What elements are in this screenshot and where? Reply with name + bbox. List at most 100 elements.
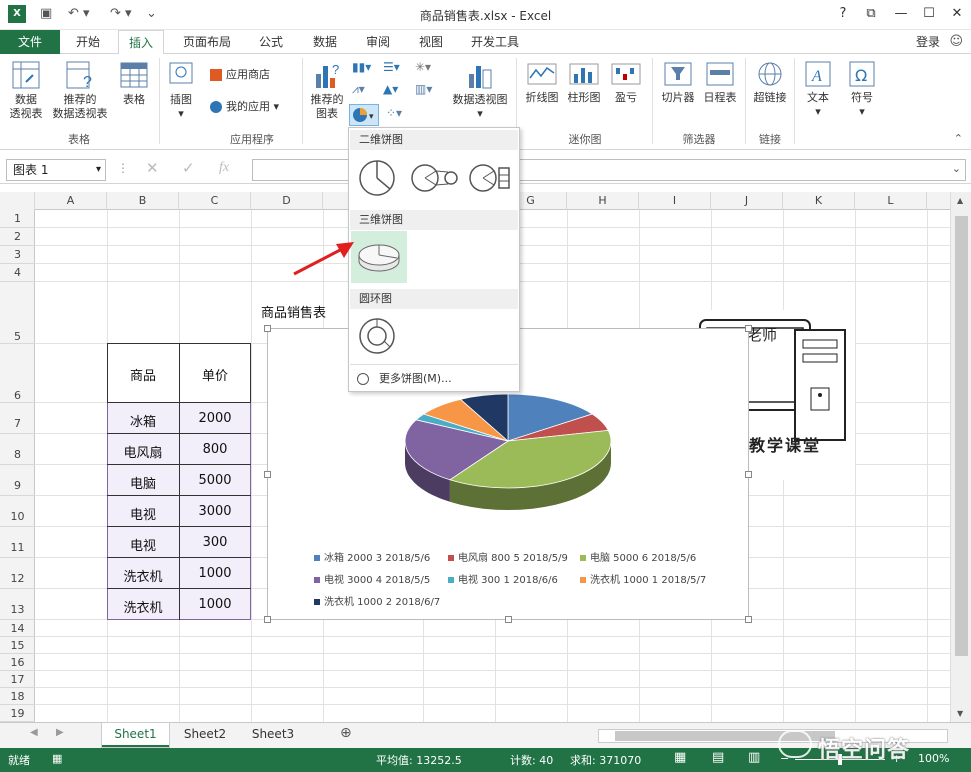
select-all-corner[interactable] xyxy=(0,192,35,210)
table-cell[interactable]: 2000 xyxy=(179,411,251,426)
recommended-pivot-button[interactable]: ? 推荐的 数据透视表 xyxy=(50,60,110,121)
vertical-scrollbar[interactable]: ▲ ▼ xyxy=(950,192,971,722)
row-header-14[interactable]: 14 xyxy=(0,620,35,637)
text-button[interactable]: A 文本 ▾ xyxy=(798,60,838,119)
scroll-down-icon[interactable]: ▼ xyxy=(957,709,963,718)
tab-data[interactable]: 数据 xyxy=(303,30,347,54)
sheet-tab-2[interactable]: Sheet2 xyxy=(171,723,239,747)
hierarchy-chart-icon[interactable]: ✳▾ xyxy=(415,60,431,74)
minimize-button[interactable]: — xyxy=(890,4,912,24)
page-layout-view-icon[interactable]: ▤ xyxy=(712,750,724,765)
row-header-18[interactable]: 18 xyxy=(0,688,35,705)
col-header-L[interactable]: L xyxy=(855,192,927,210)
table-cell[interactable]: 电风扇 xyxy=(107,442,179,461)
pie-2d-option[interactable] xyxy=(357,158,397,198)
row-header-8[interactable]: 8 xyxy=(0,434,35,465)
pie-of-pie-option[interactable] xyxy=(411,158,461,198)
table-button[interactable]: 表格 xyxy=(114,60,154,107)
table-cell[interactable]: 3000 xyxy=(179,504,251,519)
line-chart-icon[interactable]: ⩘▾ xyxy=(352,82,365,97)
table-cell[interactable]: 冰箱 xyxy=(107,411,179,430)
symbol-button[interactable]: Ω 符号 ▾ xyxy=(842,60,882,119)
row-header-1[interactable]: 1 xyxy=(0,210,35,228)
tab-view[interactable]: 视图 xyxy=(409,30,453,54)
resize-handle[interactable] xyxy=(505,616,512,623)
row-header-17[interactable]: 17 xyxy=(0,671,35,688)
tab-page-layout[interactable]: 页面布局 xyxy=(173,30,241,54)
row-header-16[interactable]: 16 xyxy=(0,654,35,671)
bar-of-pie-option[interactable] xyxy=(467,158,517,198)
row-header-6[interactable]: 6 xyxy=(0,344,35,403)
row-header-2[interactable]: 2 xyxy=(0,228,35,246)
sparkline-winloss-button[interactable]: 盈亏 xyxy=(606,60,646,105)
enter-icon[interactable]: ✓ xyxy=(182,159,195,177)
tab-file[interactable]: 文件 xyxy=(0,30,60,54)
add-sheet-icon[interactable]: ⊕ xyxy=(340,725,352,741)
sheet-tab-3[interactable]: Sheet3 xyxy=(241,723,305,747)
col-header-J[interactable]: J xyxy=(711,192,783,210)
scroll-thumb[interactable] xyxy=(955,216,968,656)
collapse-ribbon-icon[interactable]: ⌃ xyxy=(954,132,963,145)
next-sheet-icon[interactable]: ▶ xyxy=(56,727,64,738)
col-header-I[interactable]: I xyxy=(639,192,711,210)
table-cell[interactable]: 1000 xyxy=(179,566,251,581)
recommended-charts-button[interactable]: ? 推荐的 图表 xyxy=(306,60,348,121)
ribbon-display-button[interactable]: ⧉ xyxy=(860,4,882,24)
resize-handle[interactable] xyxy=(264,616,271,623)
area-chart-icon[interactable]: ▲▾ xyxy=(383,82,398,96)
combo-chart-icon[interactable]: ▥▾ xyxy=(415,82,432,96)
resize-handle[interactable] xyxy=(264,325,271,332)
resize-handle[interactable] xyxy=(745,325,752,332)
app-store-button[interactable]: 应用商店 xyxy=(210,68,290,82)
resize-handle[interactable] xyxy=(745,471,752,478)
hyperlink-button[interactable]: 超链接 xyxy=(750,60,790,105)
resize-handle[interactable] xyxy=(264,471,271,478)
col-header-B[interactable]: B xyxy=(107,192,179,210)
pie-chart-button[interactable]: ▾ xyxy=(349,104,379,126)
row-header-11[interactable]: 11 xyxy=(0,527,35,558)
row-header-12[interactable]: 12 xyxy=(0,558,35,589)
scatter-chart-icon[interactable]: ⁘▾ xyxy=(386,106,402,120)
cancel-icon[interactable]: ✕ xyxy=(146,159,159,177)
row-header-13[interactable]: 13 xyxy=(0,589,35,620)
row-header-7[interactable]: 7 xyxy=(0,403,35,434)
help-button[interactable]: ? xyxy=(832,4,854,24)
col-header-C[interactable]: C xyxy=(179,192,251,210)
table-cell[interactable]: 5000 xyxy=(179,473,251,488)
tab-home[interactable]: 开始 xyxy=(66,30,110,54)
table-cell[interactable]: 洗衣机 xyxy=(107,566,179,585)
resize-handle[interactable] xyxy=(745,616,752,623)
name-box[interactable]: 图表 1 ▾ xyxy=(6,159,106,181)
tab-insert[interactable]: 插入 xyxy=(118,30,165,55)
account-icon[interactable]: ☺ xyxy=(949,34,963,49)
page-break-view-icon[interactable]: ▥ xyxy=(748,750,760,765)
bar-chart-icon[interactable]: ☰▾ xyxy=(383,60,400,74)
maximize-button[interactable]: ☐ xyxy=(918,4,940,24)
row-header-5[interactable]: 5 xyxy=(0,282,35,344)
pivot-chart-button[interactable]: 数据透视图 ▾ xyxy=(448,60,512,121)
table-cell[interactable]: 300 xyxy=(179,535,251,550)
table-cell[interactable]: 电视 xyxy=(107,535,179,554)
normal-view-icon[interactable]: ▦ xyxy=(674,750,686,765)
row-header-3[interactable]: 3 xyxy=(0,246,35,264)
scroll-up-icon[interactable]: ▲ xyxy=(957,196,963,205)
close-button[interactable]: ✕ xyxy=(946,4,968,24)
row-header-10[interactable]: 10 xyxy=(0,496,35,527)
sheet-tab-1[interactable]: Sheet1 xyxy=(102,723,169,747)
pivot-table-button[interactable]: 数据 透视表 xyxy=(4,60,48,121)
more-pie-charts-option[interactable]: 更多饼图(M)... xyxy=(357,370,515,388)
row-header-19[interactable]: 19 xyxy=(0,705,35,722)
table-cell[interactable]: 1000 xyxy=(179,597,251,612)
login-link[interactable]: 登录 xyxy=(916,33,940,50)
col-header-D[interactable]: D xyxy=(251,192,323,210)
slicer-button[interactable]: 切片器 xyxy=(656,60,700,105)
my-apps-button[interactable]: 我的应用 ▾ xyxy=(210,100,296,114)
column-chart-icon[interactable]: ▮▮▾ xyxy=(352,60,371,74)
macro-record-icon[interactable]: ▦ xyxy=(52,752,62,765)
insert-function-icon[interactable]: fx xyxy=(219,160,229,176)
table-cell[interactable]: 电视 xyxy=(107,504,179,523)
row-header-15[interactable]: 15 xyxy=(0,637,35,654)
tab-developer[interactable]: 开发工具 xyxy=(461,30,529,54)
col-header-K[interactable]: K xyxy=(783,192,855,210)
tab-review[interactable]: 审阅 xyxy=(356,30,400,54)
